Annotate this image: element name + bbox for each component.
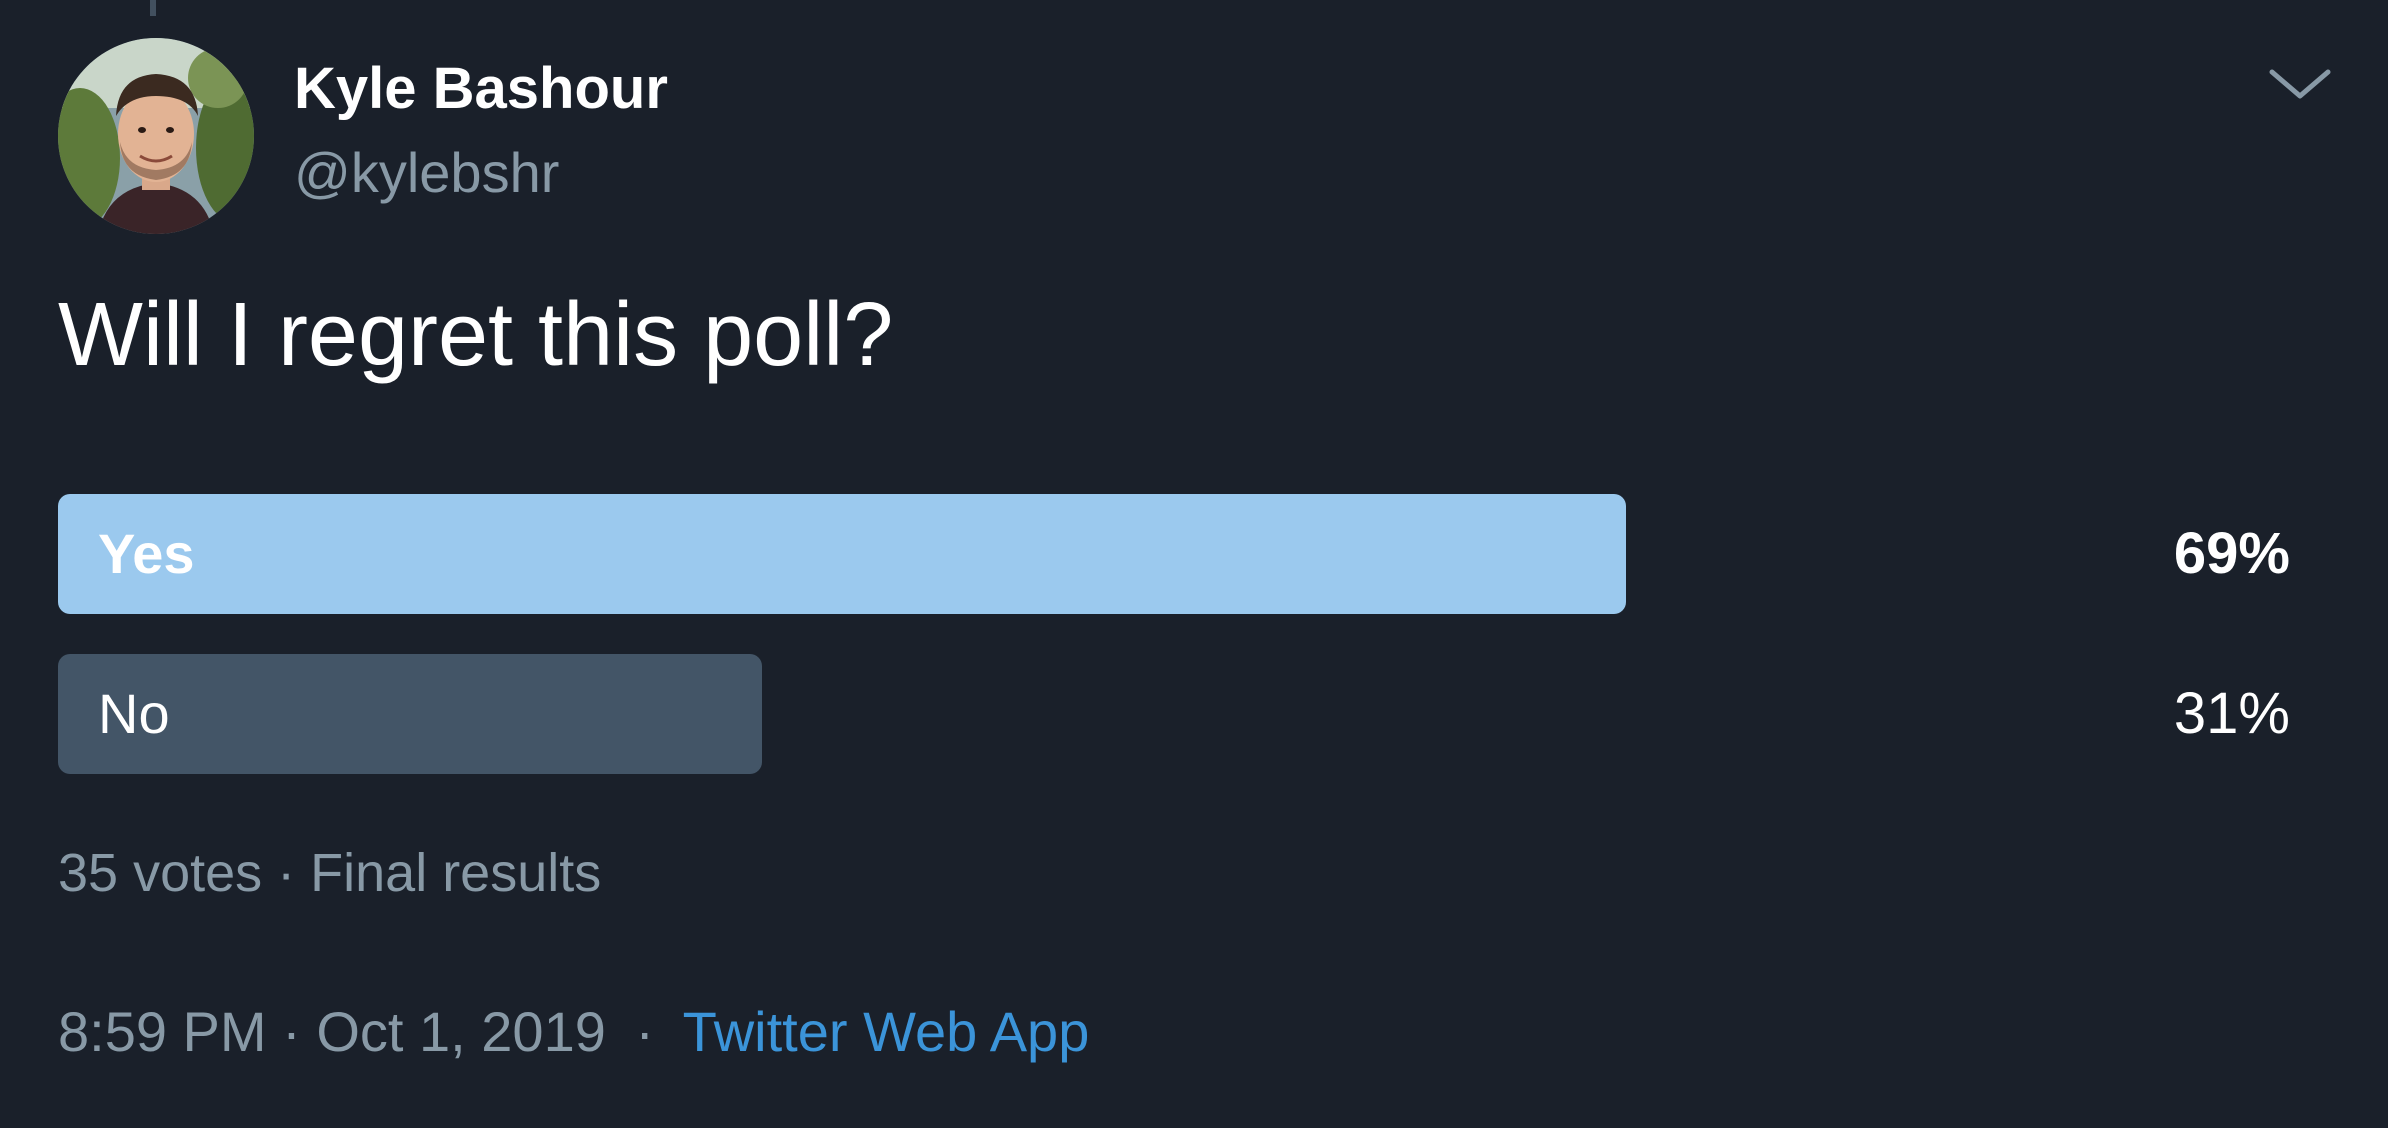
poll-option-percent: 31% bbox=[2173, 681, 2290, 746]
tweet-text: Will I regret this poll? bbox=[58, 285, 894, 385]
thread-connector-line bbox=[150, 0, 156, 16]
tweet-date[interactable]: Oct 1, 2019 bbox=[316, 1000, 606, 1063]
poll-vote-count: 35 votes bbox=[58, 843, 263, 903]
poll-summary: 35 votes · Final results bbox=[58, 846, 601, 900]
tweet-timestamp-row: 8:59 PM · Oct 1, 2019 · Twitter Web App bbox=[58, 1004, 1089, 1060]
poll-option-label: No bbox=[98, 682, 170, 745]
tweet-source-link[interactable]: Twitter Web App bbox=[683, 1000, 1090, 1063]
poll-status: Final results bbox=[310, 843, 602, 903]
poll: Yes 69% No 31% bbox=[58, 494, 2290, 814]
poll-option-yes: Yes 69% bbox=[58, 494, 2290, 614]
separator-dot: · bbox=[282, 1000, 301, 1063]
poll-option-label: Yes bbox=[98, 522, 195, 585]
author-display-name[interactable]: Kyle Bashour bbox=[294, 60, 668, 118]
avatar[interactable] bbox=[58, 38, 254, 234]
poll-bar-yes bbox=[58, 494, 1626, 614]
poll-option-percent: 69% bbox=[2173, 521, 2290, 586]
separator-dot: · bbox=[277, 843, 296, 903]
poll-option-no: No 31% bbox=[58, 654, 2290, 774]
author-handle[interactable]: @kylebshr bbox=[294, 145, 559, 201]
chevron-down-icon bbox=[2269, 69, 2331, 99]
avatar-photo bbox=[58, 38, 254, 234]
separator-dot: · bbox=[635, 1000, 655, 1063]
tweet-time[interactable]: 8:59 PM bbox=[58, 1000, 267, 1063]
tweet-menu-button[interactable] bbox=[2268, 58, 2332, 110]
